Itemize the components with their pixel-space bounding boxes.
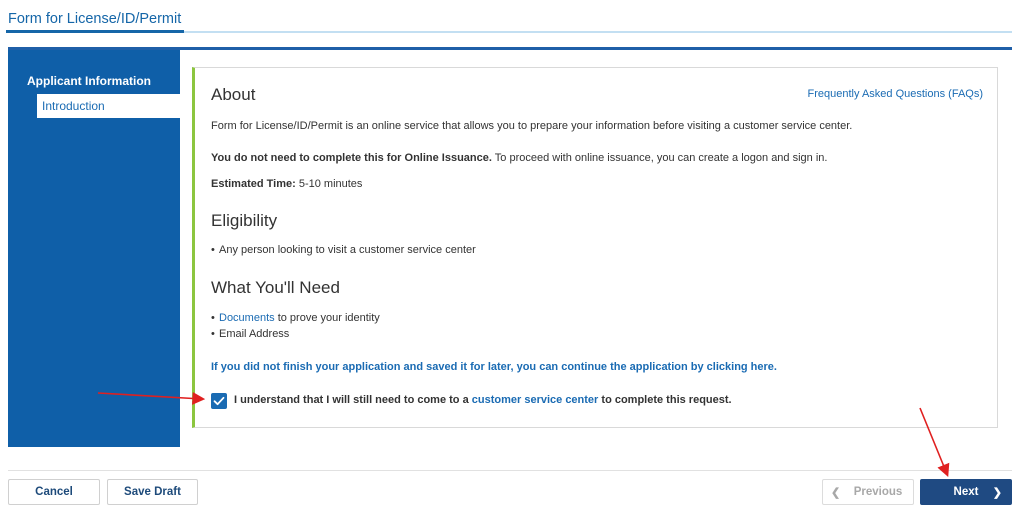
sidebar: Applicant Information Introduction (8, 50, 180, 447)
list-item: Any person looking to visit a customer s… (211, 244, 476, 256)
save-draft-button[interactable]: Save Draft (107, 479, 198, 505)
form-title: Form for License/ID/Permit (8, 11, 182, 27)
continue-application-link[interactable]: If you did not finish your application a… (211, 361, 777, 373)
faq-link[interactable]: Frequently Asked Questions (FAQs) (808, 88, 983, 100)
about-heading: About (211, 85, 256, 104)
chevron-right-icon: ❯ (992, 487, 1002, 499)
estimated-time-label: Estimated Time: (211, 178, 296, 190)
documents-text: to prove your identity (274, 312, 380, 324)
content-card: About Frequently Asked Questions (FAQs) … (192, 67, 998, 428)
what-you-need-heading: What You'll Need (211, 278, 340, 297)
online-issuance-notice: You do not need to complete this for Onl… (211, 152, 827, 164)
acknowledgement-label: I understand that I will still need to c… (234, 394, 732, 406)
previous-button[interactable]: ❮ Previous (822, 479, 914, 505)
sidebar-heading: Applicant Information (27, 74, 151, 88)
notice-bold: You do not need to complete this for Onl… (211, 152, 492, 164)
estimated-time-value: 5-10 minutes (295, 178, 363, 190)
list-item: Documents to prove your identity (211, 312, 380, 324)
eligibility-heading: Eligibility (211, 211, 278, 230)
checkmark-icon (213, 396, 225, 406)
ack-prefix: I understand that I will still need to c… (234, 394, 472, 406)
title-underline (6, 30, 184, 33)
sidebar-item-introduction[interactable]: Introduction (37, 94, 180, 118)
about-text: Form for License/ID/Permit is an online … (211, 120, 853, 132)
list-item: Email Address (211, 328, 289, 340)
next-button[interactable]: Next ❯ (920, 479, 1012, 505)
chevron-left-icon: ❮ (831, 487, 841, 499)
customer-service-center-link[interactable]: customer service center (472, 394, 599, 406)
title-divider (184, 31, 1012, 33)
form-frame: Applicant Information Introduction About… (8, 47, 1012, 447)
documents-link[interactable]: Documents (219, 312, 275, 324)
ack-suffix: to complete this request. (598, 394, 732, 406)
next-label: Next (953, 486, 979, 498)
estimated-time: Estimated Time: 5-10 minutes (211, 178, 362, 190)
previous-label: Previous (853, 486, 903, 498)
cancel-button[interactable]: Cancel (8, 479, 100, 505)
footer-divider (8, 470, 1012, 471)
notice-text: To proceed with online issuance, you can… (491, 152, 828, 164)
acknowledgement-checkbox[interactable] (211, 393, 227, 409)
